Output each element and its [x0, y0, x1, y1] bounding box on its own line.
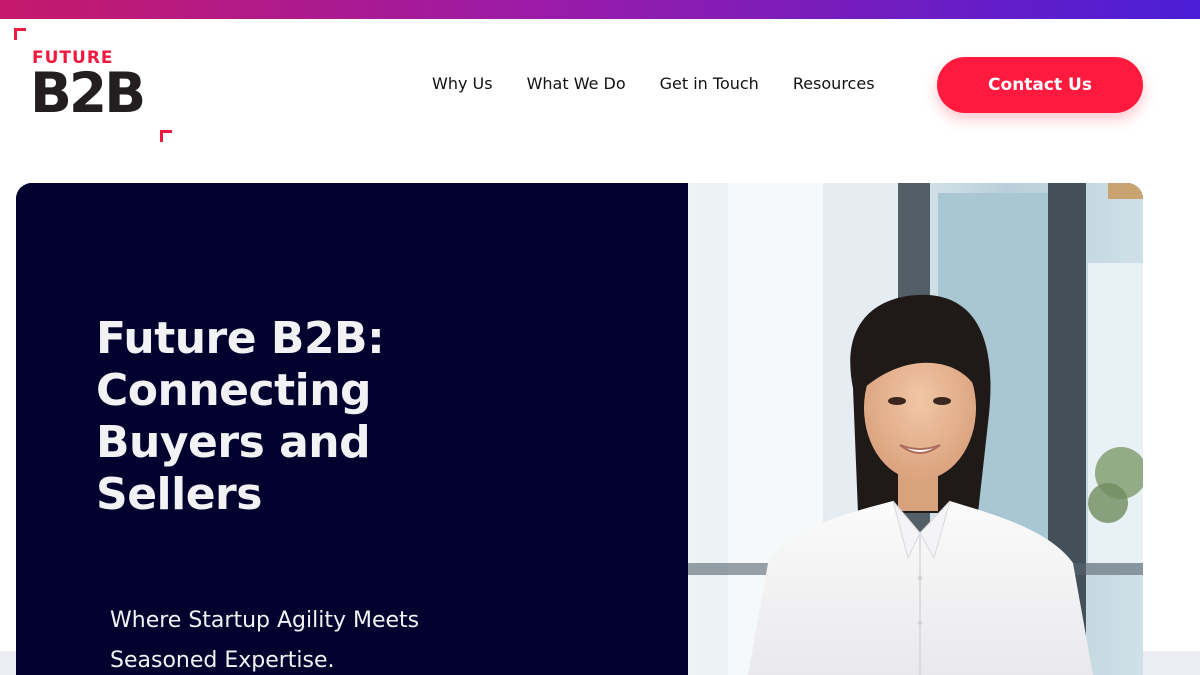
logo[interactable]: FUTURE B2B	[14, 28, 176, 144]
nav-item-what-we-do[interactable]: What We Do	[527, 74, 626, 93]
hero-text-panel: Future B2B: Connecting Buyers and Seller…	[16, 183, 688, 675]
corner-bracket-icon	[14, 28, 26, 40]
nav-item-resources[interactable]: Resources	[793, 74, 875, 93]
main-nav: Why Us What We Do Get in Touch Resources	[432, 74, 909, 93]
hero-photo	[688, 183, 1143, 675]
nav-item-get-in-touch[interactable]: Get in Touch	[660, 74, 759, 93]
logo-main-word: B2B	[30, 61, 146, 125]
top-gradient-bar	[0, 0, 1200, 19]
hero-subtitle: Where Startup Agility Meets Seasoned Exp…	[110, 608, 420, 673]
corner-bracket-icon	[160, 130, 172, 142]
hero-title: Future B2B: Connecting Buyers and Seller…	[96, 313, 385, 520]
contact-us-button[interactable]: Contact Us	[937, 57, 1143, 113]
hero-section: Future B2B: Connecting Buyers and Seller…	[16, 183, 1143, 675]
nav-item-why-us[interactable]: Why Us	[432, 74, 493, 93]
